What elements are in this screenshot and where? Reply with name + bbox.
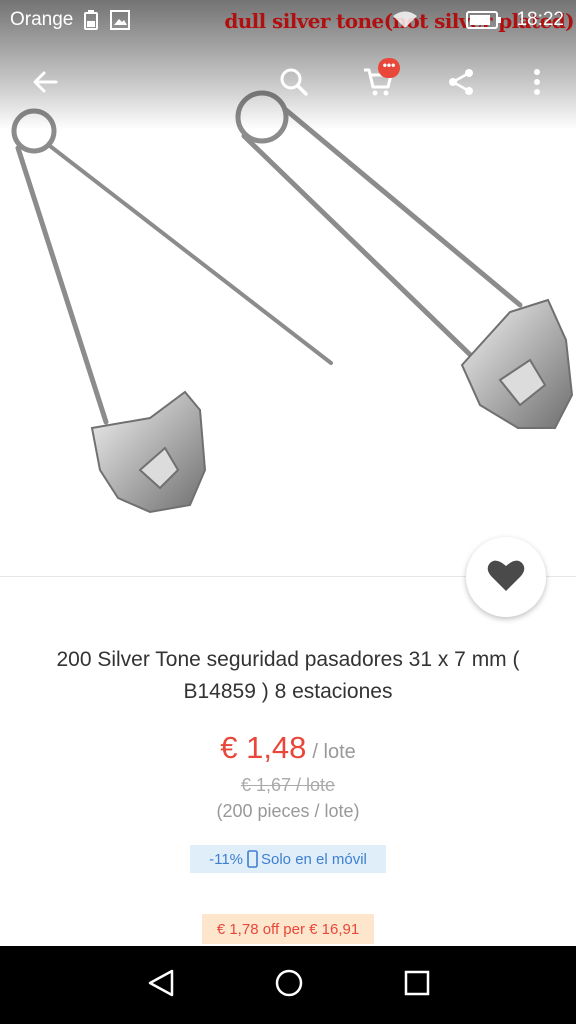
more-options-button[interactable] xyxy=(509,56,565,112)
status-bar: Orange 18:22 xyxy=(0,0,576,40)
cart-badge: ••• xyxy=(378,58,400,78)
status-time: 18:22 xyxy=(516,9,564,30)
phone-icon xyxy=(247,850,258,868)
search-button[interactable] xyxy=(266,56,322,112)
wifi-icon xyxy=(392,10,418,35)
current-price: € 1,48 xyxy=(220,730,307,765)
product-title: 200 Silver Tone seguridad pasadores 31 x… xyxy=(56,648,520,703)
coupon-badge[interactable]: € 1,78 off per € 16,91 xyxy=(202,914,374,944)
battery-saver-icon xyxy=(82,10,100,35)
nav-back-button[interactable] xyxy=(113,946,209,1024)
battery-icon xyxy=(466,10,502,35)
wishlist-button[interactable] xyxy=(466,537,546,617)
share-icon xyxy=(446,67,476,102)
nav-recents-button[interactable] xyxy=(369,946,465,1024)
back-arrow-icon xyxy=(31,68,59,101)
mobile-discount-percent: -11% xyxy=(209,850,243,868)
more-vert-icon xyxy=(532,67,542,102)
nav-home-button[interactable] xyxy=(241,946,337,1024)
home-circle-icon xyxy=(274,968,304,1003)
image-notification-icon xyxy=(110,10,130,35)
system-nav-bar xyxy=(0,946,576,1024)
mobile-discount-tag: -11% Solo en el móvil xyxy=(190,845,386,873)
price-unit: / lote xyxy=(312,741,356,763)
back-triangle-icon xyxy=(146,968,176,1003)
price-row: € 1,48/ lote xyxy=(0,730,576,766)
share-button[interactable] xyxy=(433,56,489,112)
heart-icon xyxy=(487,558,525,597)
top-toolbar xyxy=(0,56,576,112)
pieces-per-lot: (200 pieces / lote) xyxy=(216,801,360,821)
carrier-name: Orange xyxy=(10,9,74,30)
original-price: € 1,67 / lote xyxy=(240,775,336,795)
recents-square-icon xyxy=(403,969,431,1002)
back-button[interactable] xyxy=(17,56,73,112)
mobile-only-label: Solo en el móvil xyxy=(261,850,367,868)
search-icon xyxy=(279,67,309,102)
